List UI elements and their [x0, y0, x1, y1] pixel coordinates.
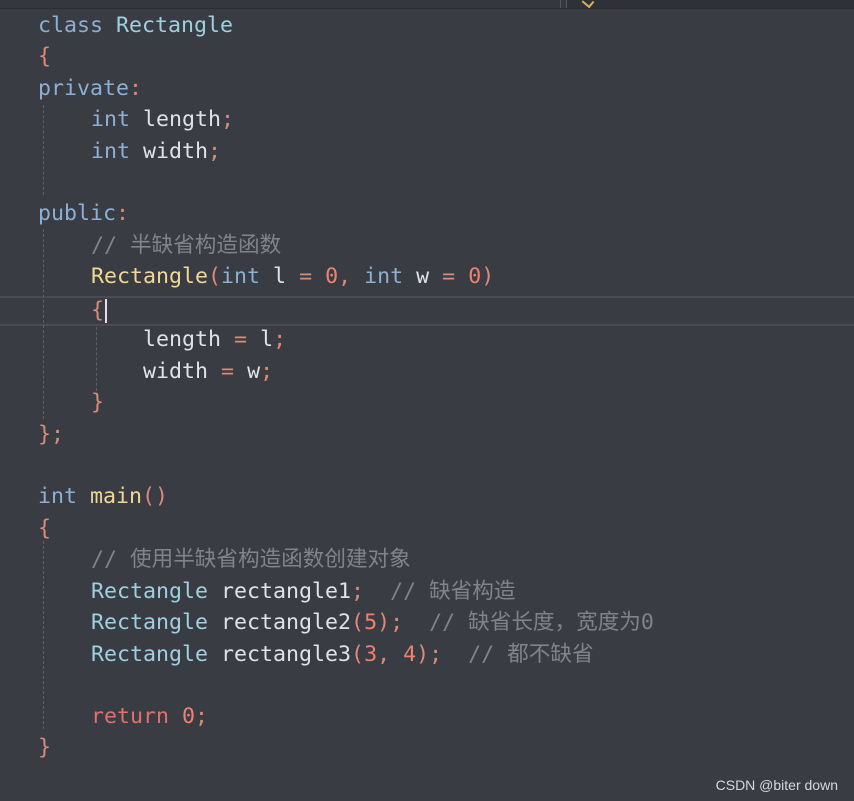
code-line-21: Rectangle rectangle3(3, 4); // 都不缺省 [91, 642, 594, 667]
code-line-19: Rectangle rectangle1; // 缺省构造 [91, 579, 516, 604]
indent-guide [43, 229, 44, 419]
code-line-10: { [91, 296, 108, 326]
indent-guide [43, 105, 44, 195]
code-line-13: } [91, 390, 105, 415]
code-line-11: length = l; [143, 327, 287, 352]
code-line-9: Rectangle(int l = 0, int w = 0) [91, 264, 495, 289]
indent-guide [43, 541, 44, 729]
code-editor[interactable]: class Rectangle { private: int length; i… [0, 9, 854, 801]
code-line-4: int length; [91, 107, 235, 132]
code-line-24: } [38, 735, 52, 760]
code-line-2: { [38, 44, 52, 69]
tab-divider [560, 0, 561, 8]
code-line-8-comment: // 半缺省构造函数 [91, 233, 282, 258]
code-line-23: return 0; [91, 704, 209, 729]
indent-guide [96, 327, 97, 391]
text-caret [105, 299, 108, 323]
watermark: CSDN @biter down [715, 777, 838, 793]
current-line-highlight [0, 296, 854, 326]
file-icon [581, 0, 595, 9]
code-line-3: private: [38, 76, 143, 101]
code-line-5: int width; [91, 139, 222, 164]
editor-tab[interactable] [566, 0, 854, 9]
code-line-17: { [38, 516, 52, 541]
code-line-18-comment: // 使用半缺省构造函数创建对象 [91, 547, 411, 572]
code-line-16: int main() [38, 484, 169, 509]
code-line-12: width = w; [143, 359, 274, 384]
editor-tab-strip [0, 0, 854, 9]
code-line-1: class Rectangle [38, 13, 234, 38]
code-line-20: Rectangle rectangle2(5); // 缺省长度，宽度为0 [91, 610, 654, 635]
code-line-7: public: [38, 201, 130, 226]
code-line-14: }; [38, 422, 65, 447]
